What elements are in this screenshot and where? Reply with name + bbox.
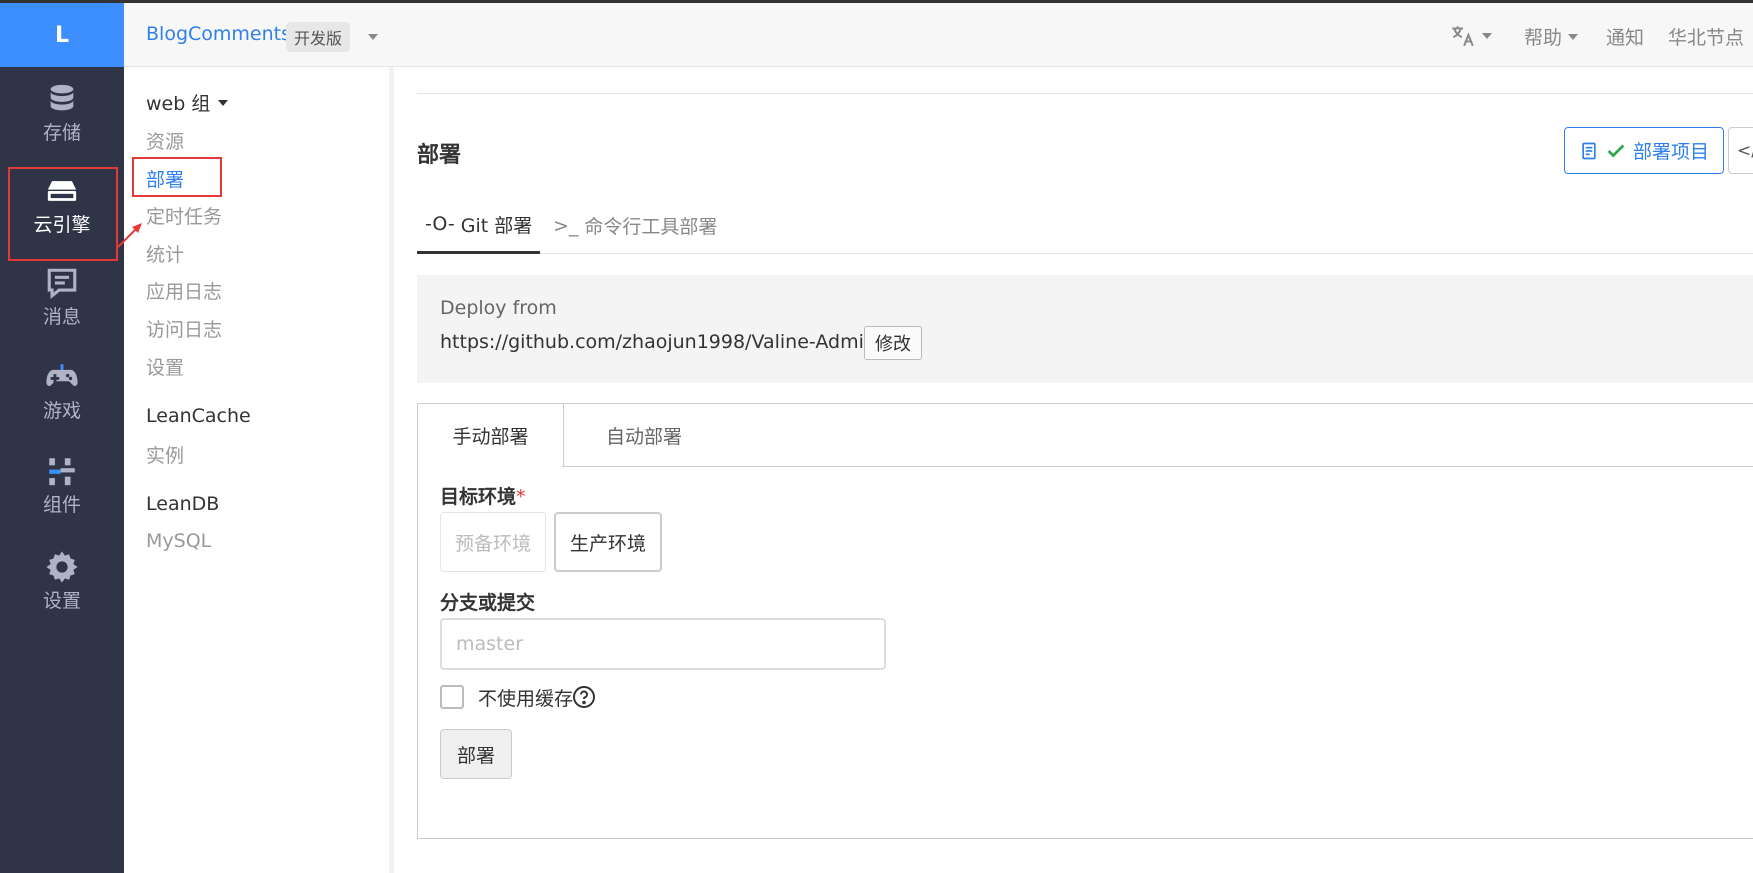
translate-icon <box>1452 26 1474 47</box>
nav-item-app-logs[interactable]: 应用日志 <box>146 277 222 304</box>
secondary-nav: web 组 资源 部署 定时任务 统计 应用日志 访问日志 设置 LeanCac… <box>124 67 394 873</box>
annotation-arrow-icon <box>117 223 142 248</box>
nav-item-cron[interactable]: 定时任务 <box>146 202 222 229</box>
tab-label: Git 部署 <box>460 214 533 237</box>
rail-label: 游戏 <box>42 400 81 422</box>
rail-label: 存储 <box>42 122 81 144</box>
group-web[interactable]: web 组 <box>146 89 229 116</box>
rail-label: 设置 <box>42 590 81 612</box>
nav-item-instances[interactable]: 实例 <box>146 441 184 468</box>
deploy-panel: 手动部署 自动部署 目标环境* 预备环境 生产环境 分支或提交 不使用缓存 部署 <box>417 403 1753 839</box>
main-content: 部署 部署项目 </ -O- Git 部署 >_ 命令行工具部署 Deploy … <box>394 67 1753 873</box>
nav-item-settings[interactable]: 设置 <box>146 353 184 380</box>
divider <box>562 466 1753 467</box>
rail-item-game[interactable]: 游戏 <box>0 345 124 437</box>
rail-item-components[interactable]: 组件 <box>0 439 124 531</box>
chevron-down-icon <box>1568 33 1579 40</box>
deploy-from-box: Deploy from https://github.com/zhaojun19… <box>417 275 1753 383</box>
chevron-down-icon <box>218 99 229 106</box>
git-icon: -O- <box>425 213 455 235</box>
group-leandb: LeanDB <box>146 493 220 515</box>
app-name-link[interactable]: BlogComments <box>146 23 291 45</box>
deploy-project-label: 部署项目 <box>1633 141 1710 163</box>
components-icon <box>49 458 75 486</box>
rail-item-settings[interactable]: 设置 <box>0 535 124 627</box>
target-env-text: 目标环境 <box>440 486 517 508</box>
nav-item-access-logs[interactable]: 访问日志 <box>146 315 222 342</box>
language-menu[interactable] <box>1450 23 1492 49</box>
env-option-production[interactable]: 生产环境 <box>554 512 663 572</box>
repo-url: https://github.com/zhaojun1998/Valine-Ad… <box>440 331 876 353</box>
nav-item-resources[interactable]: 资源 <box>146 127 184 154</box>
gamepad-icon <box>46 364 78 387</box>
region-label: 华北节点 <box>1668 27 1745 49</box>
help-label: 帮助 <box>1524 27 1563 49</box>
deploy-project-button[interactable]: 部署项目 <box>1564 127 1725 174</box>
env-option-staging[interactable]: 预备环境 <box>440 512 547 572</box>
edit-repo-button[interactable]: 修改 <box>864 326 922 360</box>
database-icon <box>50 84 74 111</box>
tab-manual-deploy[interactable]: 手动部署 <box>418 404 564 467</box>
page-title: 部署 <box>417 143 462 168</box>
no-cache-label: 不使用缓存 <box>478 688 574 710</box>
target-env-label: 目标环境* <box>440 482 526 509</box>
app-logo[interactable]: L <box>0 3 124 67</box>
tab-auto-deploy[interactable]: 自动部署 <box>564 404 724 467</box>
region-menu[interactable]: 华北节点 <box>1668 23 1744 50</box>
nav-item-mysql[interactable]: MySQL <box>146 530 211 552</box>
notifications-link[interactable]: 通知 <box>1606 23 1644 50</box>
app-switch-chevron-icon[interactable] <box>368 34 378 40</box>
left-rail: L 存储 云引擎 消息 游戏 组件 设置 <box>0 3 124 873</box>
deploy-mode-tabs: 手动部署 自动部署 <box>418 404 1753 467</box>
help-circle-icon[interactable] <box>572 685 596 709</box>
checkmark-icon <box>1607 144 1625 158</box>
top-bar: BlogComments 开发版 帮助 通知 华北节点 <box>124 3 1753 67</box>
branch-label: 分支或提交 <box>440 592 536 614</box>
rail-item-storage[interactable]: 存储 <box>0 67 124 159</box>
app-root: L 存储 云引擎 消息 游戏 组件 设置 BlogComments 开发版 帮助… <box>0 0 1753 873</box>
env-badge: 开发版 <box>286 22 351 52</box>
notifications-label: 通知 <box>1606 27 1645 49</box>
deploy-method-tabs: -O- Git 部署 >_ 命令行工具部署 <box>417 197 1753 254</box>
tab-git-deploy[interactable]: -O- Git 部署 <box>417 197 541 254</box>
required-mark: * <box>516 486 526 508</box>
highlight-box-engine <box>8 167 118 261</box>
rail-label: 组件 <box>42 494 81 516</box>
document-icon <box>1582 142 1596 159</box>
chevron-down-icon <box>1482 33 1492 39</box>
deploy-from-label: Deploy from <box>440 297 557 319</box>
group-web-label: web 组 <box>146 93 211 115</box>
message-icon <box>47 268 77 299</box>
code-button[interactable]: </ <box>1728 127 1753 174</box>
rail-item-message[interactable]: 消息 <box>0 251 124 343</box>
divider <box>417 93 1753 94</box>
tab-label: 命令行工具部署 <box>584 216 718 238</box>
branch-input[interactable] <box>440 618 886 670</box>
terminal-icon: >_ <box>553 214 579 237</box>
deploy-submit-button[interactable]: 部署 <box>440 729 513 779</box>
no-cache-checkbox[interactable] <box>440 685 464 709</box>
gear-icon <box>46 551 78 583</box>
tab-cli-deploy[interactable]: >_ 命令行工具部署 <box>553 197 717 254</box>
help-menu[interactable]: 帮助 <box>1524 23 1579 50</box>
nav-item-stats[interactable]: 统计 <box>146 240 184 267</box>
group-leancache: LeanCache <box>146 405 251 427</box>
rail-label: 消息 <box>42 306 81 328</box>
highlight-box-deploy <box>132 157 222 197</box>
